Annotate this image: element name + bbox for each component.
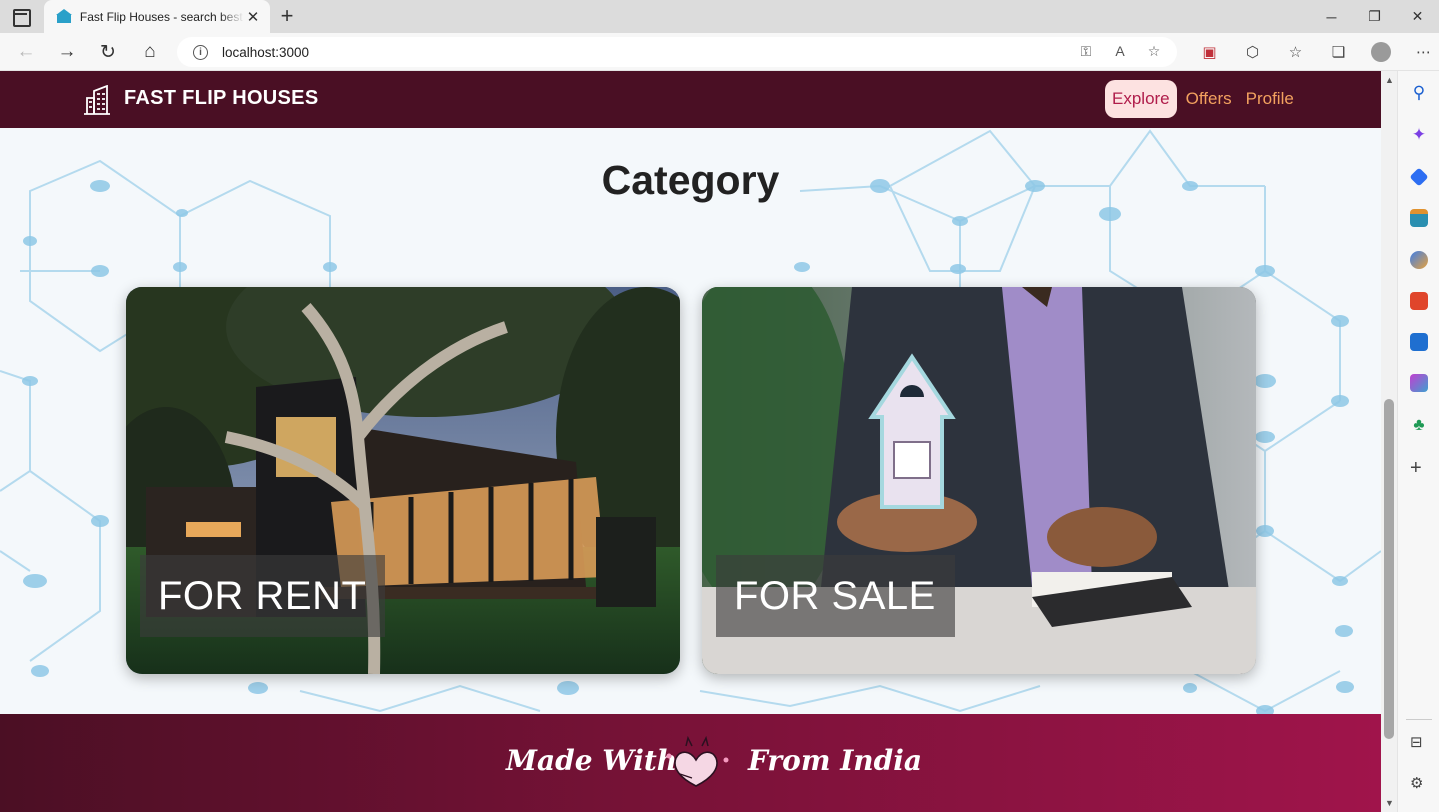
- favorites-icon[interactable]: ☆: [1274, 41, 1317, 63]
- restore-icon[interactable]: ❐: [1353, 0, 1396, 33]
- scroll-up-icon[interactable]: ▲: [1385, 75, 1394, 85]
- minimize-icon[interactable]: ─: [1310, 0, 1353, 33]
- footer-text-made-with: Made With: [506, 744, 678, 777]
- scroll-down-icon[interactable]: ▼: [1385, 798, 1394, 808]
- site-footer: Made With From India: [0, 714, 1381, 812]
- heart-icon: [666, 735, 729, 787]
- copilot-icon[interactable]: ✦: [1410, 126, 1428, 144]
- nav-profile[interactable]: Profile: [1239, 80, 1301, 118]
- edge-sidebar: ⚲ ✦ ♣ + ⊟ ⚙: [1397, 71, 1439, 812]
- key-icon[interactable]: ⚿: [1077, 43, 1095, 60]
- browser-tabstrip: Fast Flip Houses - search best houses ✕ …: [0, 0, 1439, 33]
- forward-icon[interactable]: →: [55, 40, 79, 64]
- tools-icon[interactable]: [1410, 209, 1428, 227]
- profile-avatar-icon[interactable]: [1371, 42, 1391, 62]
- footer-text-from-india: From India: [748, 744, 923, 777]
- window-controls: ─ ❐ ✕: [1310, 0, 1439, 33]
- refresh-icon[interactable]: ↻: [96, 40, 120, 64]
- category-card-sale[interactable]: FOR SALE: [702, 287, 1256, 674]
- new-tab-button[interactable]: +: [276, 4, 298, 28]
- site-header: FAST FLIP HOUSES Explore Offers Profile: [0, 71, 1381, 128]
- building-icon[interactable]: [83, 85, 111, 115]
- back-icon[interactable]: ←: [14, 40, 38, 64]
- more-menu-icon[interactable]: ⋯: [1402, 41, 1439, 63]
- games-icon[interactable]: [1410, 251, 1428, 269]
- site-brand[interactable]: FAST FLIP HOUSES: [124, 87, 318, 110]
- sidebar-divider: [1406, 719, 1432, 720]
- collections-icon[interactable]: ❏: [1317, 41, 1360, 63]
- page-scrollbar[interactable]: ▲ ▼: [1381, 71, 1397, 812]
- address-bar[interactable]: i localhost:3000 ⚿ A ☆: [177, 37, 1177, 67]
- designer-icon[interactable]: [1410, 374, 1428, 392]
- site-nav: Explore Offers Profile: [1105, 80, 1301, 118]
- extension-icon[interactable]: ▣: [1188, 41, 1231, 63]
- nav-explore[interactable]: Explore: [1105, 80, 1177, 118]
- site-info-icon[interactable]: i: [193, 44, 208, 60]
- tree-icon[interactable]: ♣: [1410, 416, 1428, 434]
- url-text: localhost:3000: [222, 44, 310, 60]
- outlook-icon[interactable]: [1410, 333, 1428, 351]
- card-label-sale: FOR SALE: [716, 555, 955, 637]
- browser-toolbar: ← → ↻ ⌂ i localhost:3000 ⚿ A ☆ ▣ ⬡ ☆ ❏ ⋯: [0, 33, 1439, 71]
- site-favicon-icon: [56, 8, 72, 25]
- extensions-icon[interactable]: ⬡: [1231, 41, 1274, 63]
- category-card-rent[interactable]: FOR RENT: [126, 287, 680, 674]
- tab-close-icon[interactable]: ✕: [244, 8, 262, 26]
- tab-actions-icon[interactable]: [10, 7, 32, 27]
- nav-offers[interactable]: Offers: [1179, 80, 1239, 118]
- tab-title: Fast Flip Houses - search best houses: [79, 9, 244, 24]
- page-title: Category: [601, 157, 780, 203]
- toolbar-right: ▣ ⬡ ☆ ❏ ⋯: [1188, 41, 1439, 63]
- shopping-tag-icon[interactable]: [1409, 167, 1429, 187]
- settings-icon[interactable]: ⚙: [1410, 774, 1423, 792]
- card-label-rent: FOR RENT: [140, 555, 386, 637]
- sidebar-toggle-icon[interactable]: ⊟: [1410, 733, 1423, 751]
- browser-tab[interactable]: Fast Flip Houses - search best houses ✕: [44, 0, 270, 33]
- read-aloud-icon[interactable]: A: [1111, 43, 1129, 60]
- add-icon[interactable]: +: [1410, 458, 1422, 478]
- office-icon[interactable]: [1410, 292, 1428, 310]
- window-close-icon[interactable]: ✕: [1396, 0, 1439, 33]
- favorite-add-icon[interactable]: ☆: [1145, 43, 1163, 60]
- search-icon[interactable]: ⚲: [1410, 84, 1428, 102]
- address-actions: ⚿ A ☆: [1077, 43, 1163, 60]
- scroll-thumb[interactable]: [1384, 399, 1394, 739]
- home-icon[interactable]: ⌂: [138, 40, 162, 64]
- page-viewport: FAST FLIP HOUSES Explore Offers Profile …: [0, 71, 1381, 812]
